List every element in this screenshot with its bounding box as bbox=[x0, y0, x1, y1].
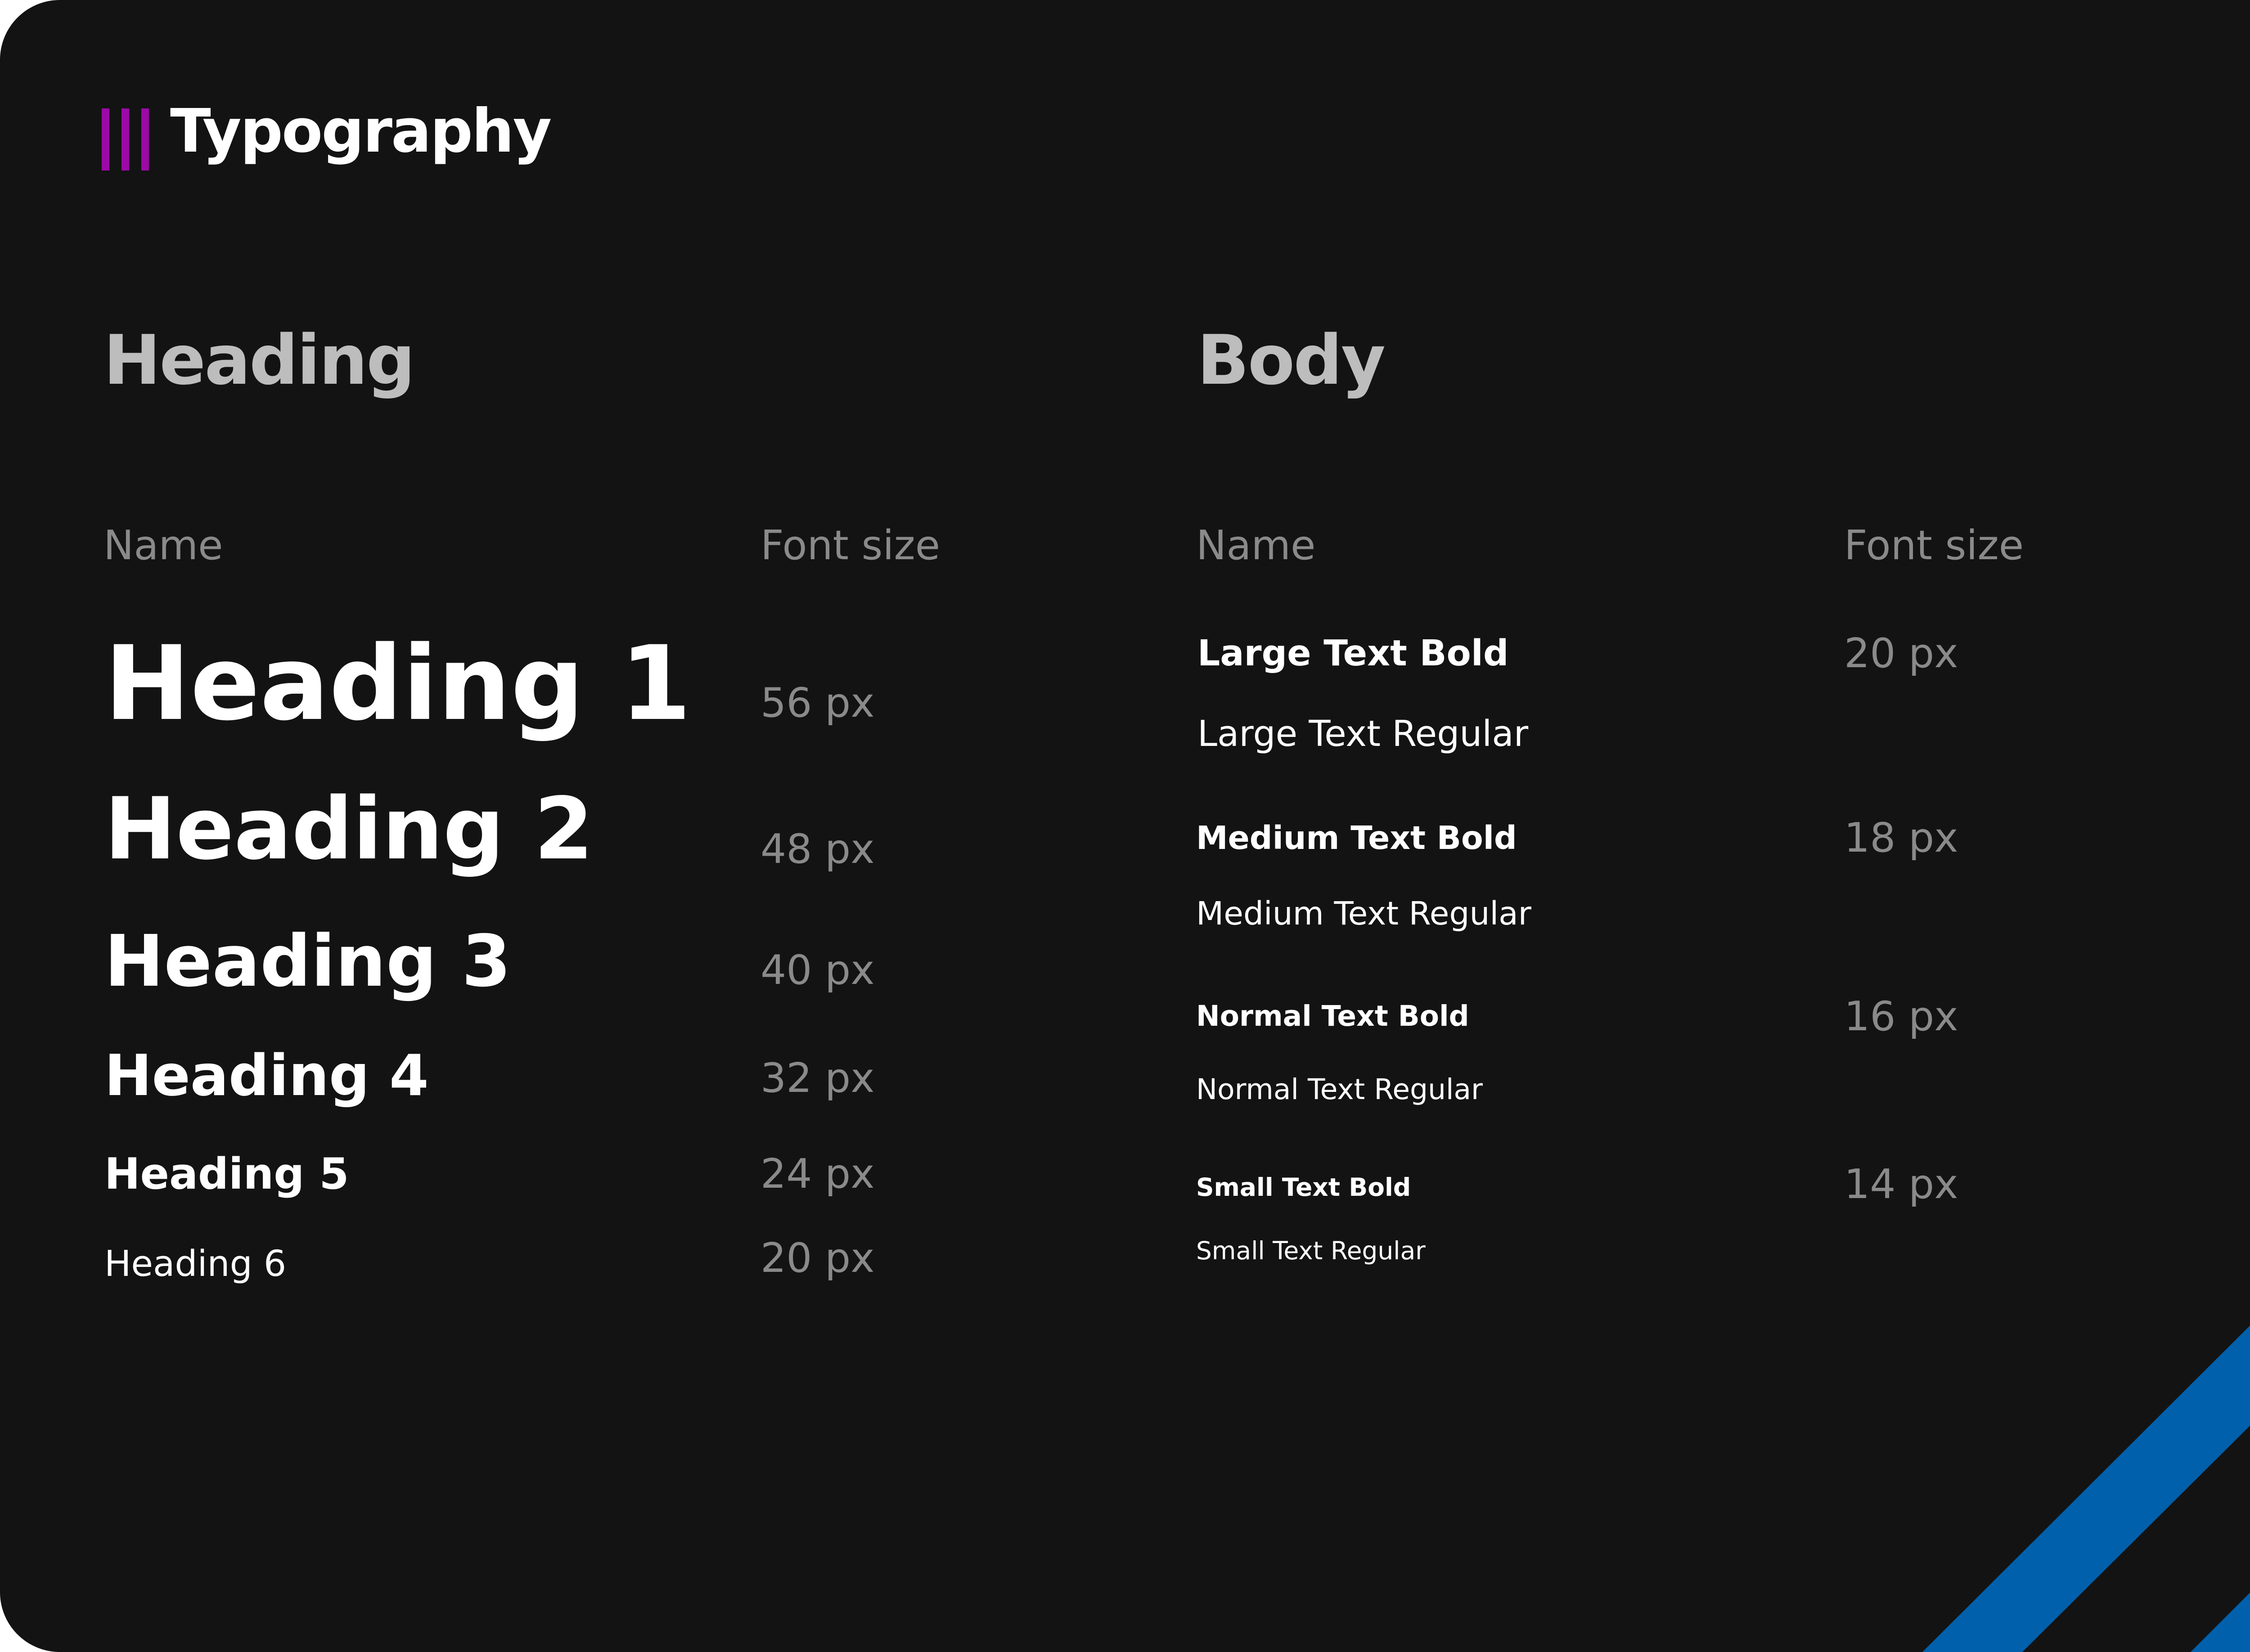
typography-card: Typography Heading Name Font size Headin… bbox=[0, 0, 2250, 1652]
stripe-small bbox=[2191, 1593, 2250, 1652]
stripe-large bbox=[1922, 1325, 2250, 1652]
decorative-stripes bbox=[1922, 1325, 2250, 1652]
